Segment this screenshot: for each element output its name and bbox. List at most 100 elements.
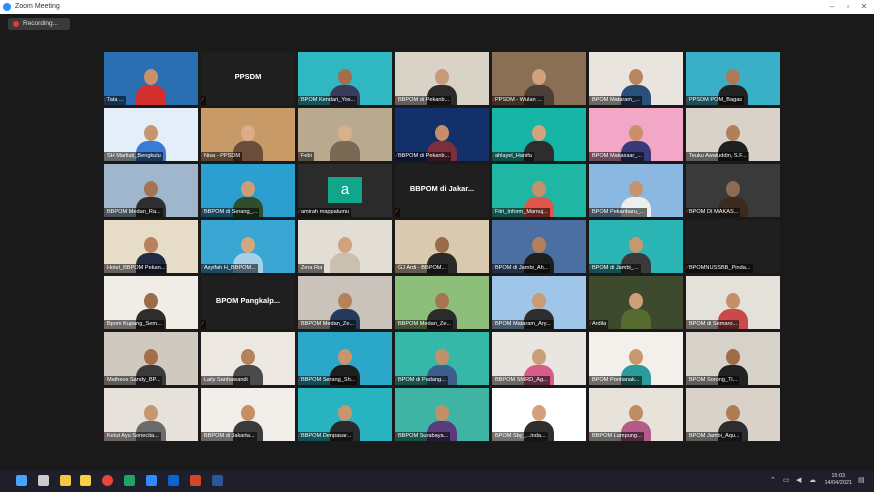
participant-tile[interactable]: ⁄Tata ... <box>104 52 198 105</box>
participant-tile[interactable]: ⁄BBPOM Medan_Ra... <box>104 164 198 217</box>
participant-name: Asyifah H_BBPOM... <box>203 265 256 271</box>
maximize-button[interactable]: ▫ <box>842 1 854 13</box>
excel-icon[interactable] <box>124 475 135 486</box>
participant-name-label: ⁄BPOM di Jambi_... <box>589 264 641 273</box>
participant-name-label: ⁄GJ Ardi - BBPOM... <box>395 264 449 273</box>
participant-tile[interactable]: ⁄BPOM Sorong_Ti... <box>686 332 780 385</box>
recording-indicator[interactable]: Recording... <box>8 18 70 30</box>
participant-tile[interactable]: BBPOM di Jakar... ⁄ <box>395 164 489 217</box>
volume-icon[interactable]: ◀ <box>796 476 801 486</box>
taskbar-clock[interactable]: 15:03 14/04/2021 <box>824 473 852 487</box>
participant-name-label: ⁄BBPOM Serang_Sh... <box>298 376 358 385</box>
participant-tile[interactable]: ⁄BPOMNUSSBB_Pinda... <box>686 220 780 273</box>
participant-name-label: ⁄BPOM Pekanbaru_... <box>589 208 647 217</box>
participant-tile[interactable]: ⁄BBPOM Medan_Ze... <box>395 276 489 329</box>
task-view-icon[interactable] <box>38 475 49 486</box>
participant-tile[interactable]: ⁄BBPOM SMRD_Ag... <box>492 332 586 385</box>
participant-tile[interactable]: ⁄BBPOM di Serang_... <box>201 164 295 217</box>
participant-name: SH Marliati_Bengkulu <box>106 153 161 159</box>
participant-tile[interactable]: ⁄SH Marliati_Bengkulu <box>104 108 198 161</box>
participant-name: Nisa - PPSDM <box>203 153 240 159</box>
participant-tile[interactable]: ⁄BBPOM Lampung... <box>589 388 683 441</box>
participant-tile[interactable]: PPSDM ⁄ <box>201 52 295 105</box>
muted-mic-icon: ⁄ <box>396 321 397 327</box>
participant-tile[interactable]: ⁄ahlayel_Hanifa <box>492 108 586 161</box>
zoom-icon[interactable] <box>146 475 157 486</box>
muted-mic-icon: ⁄ <box>299 377 300 383</box>
participant-tile[interactable]: ⁄BPOM Kendari_Yos... <box>298 52 392 105</box>
minimize-button[interactable]: – <box>826 1 838 13</box>
participant-name-label: ⁄Fitri_Inform_Mamuj... <box>492 208 550 217</box>
participant-tile[interactable]: ⁄GJ Ardi - BBPOM... <box>395 220 489 273</box>
participant-tile[interactable]: ⁄BPOM Jambi_Aqu... <box>686 388 780 441</box>
participant-tile[interactable]: ⁄Ardila <box>589 276 683 329</box>
participant-name-label: ⁄Matheos Sandy_BP... <box>104 376 163 385</box>
participant-tile[interactable]: ⁄Zera Ria <box>298 220 392 273</box>
mail-icon[interactable] <box>168 475 179 486</box>
participant-tile[interactable]: ⁄BBPOM di Jakarta... <box>201 388 295 441</box>
participant-tile[interactable]: ⁄BPOM Makassar_... <box>589 108 683 161</box>
participant-tile[interactable]: ⁄BBPOM Surabaya... <box>395 388 489 441</box>
chrome-icon[interactable] <box>102 475 113 486</box>
participant-tile[interactable]: ⁄Matheos Sandy_BP... <box>104 332 198 385</box>
muted-mic-icon: ⁄ <box>202 209 203 215</box>
participant-tile[interactable]: ⁄BPOM Mataram_Ary... <box>492 276 586 329</box>
sticky-notes-icon[interactable] <box>80 475 91 486</box>
participant-tile[interactable]: ⁄BPOM Sby_...inda... <box>492 388 586 441</box>
participant-display-name: PPSDM <box>234 72 262 81</box>
participant-name-label: ⁄Zera Ria <box>298 264 325 273</box>
participant-name: Tata ... <box>106 97 124 103</box>
participant-tile[interactable]: ⁄BPOM di Semaro... <box>686 276 780 329</box>
participant-tile[interactable]: ⁄PPSDM - Wulan ... <box>492 52 586 105</box>
muted-mic-icon: ⁄ <box>687 265 688 271</box>
muted-mic-icon: ⁄ <box>396 433 397 439</box>
network-icon[interactable]: ▭ <box>783 476 790 486</box>
participant-initial-avatar: a <box>328 177 362 203</box>
participant-tile[interactable]: ⁄Fitri_Inform_Mamuj... <box>492 164 586 217</box>
participant-tile[interactable]: ⁄Nisa - PPSDM <box>201 108 295 161</box>
participant-tile[interactable]: ⁄BPOM di Jambi_... <box>589 220 683 273</box>
participant-tile[interactable]: ⁄BPOM Pontianak... <box>589 332 683 385</box>
participant-tile[interactable]: ⁄BBPOM di Pekanb... <box>395 108 489 161</box>
participant-tile[interactable]: ⁄BPOM di Padang... <box>395 332 489 385</box>
windows-start-icon[interactable] <box>16 475 27 486</box>
participant-tile[interactable]: ⁄Hotel_BBPOM Pekan... <box>104 220 198 273</box>
participant-name: Matheos Sandy_BP... <box>106 377 161 383</box>
participant-tile[interactable]: ⁄Febi <box>298 108 392 161</box>
participant-name-label: ⁄ <box>395 208 400 217</box>
participant-tile[interactable]: ⁄BPOM Mataram_... <box>589 52 683 105</box>
participant-tile[interactable]: ⁄Laily Sanhawandi <box>201 332 295 385</box>
participant-name-label: ⁄Ardila <box>589 320 609 329</box>
participant-tile[interactable]: ⁄BPOM DI MAKAS... <box>686 164 780 217</box>
powerpoint-icon[interactable] <box>190 475 201 486</box>
participant-name: BPOM Mataram_... <box>591 97 640 103</box>
clock-date: 14/04/2021 <box>824 480 852 486</box>
participant-tile[interactable]: ⁄Teuku Awaluddin, S.F... <box>686 108 780 161</box>
participant-tile[interactable]: ⁄BPOM Pekanbaru_... <box>589 164 683 217</box>
participant-tile[interactable]: ⁄BBPOM Medan_Ze... <box>298 276 392 329</box>
onedrive-icon[interactable]: ☁ <box>809 476 816 486</box>
participant-name: BBPOM di Pekanb... <box>397 97 450 103</box>
participant-tile[interactable]: ⁄Bpom Kupang_Sem... <box>104 276 198 329</box>
word-icon[interactable] <box>212 475 223 486</box>
notifications-icon[interactable]: ▤ <box>858 476 865 486</box>
muted-mic-icon: ⁄ <box>590 153 591 159</box>
participant-tile[interactable]: ⁄BBPOM Serang_Sh... <box>298 332 392 385</box>
participant-name-label: ⁄Nisa - PPSDM <box>201 152 242 161</box>
participant-tile[interactable]: a ⁄amirah mappatumu <box>298 164 392 217</box>
file-explorer-icon[interactable] <box>60 475 71 486</box>
participant-tile[interactable]: ⁄BBPOM Denpasar... <box>298 388 392 441</box>
tray-chevron-icon[interactable]: ⌃ <box>770 476 776 486</box>
muted-mic-icon: ⁄ <box>105 377 106 383</box>
participant-tile[interactable]: ⁄PPSDM POM_Bagas <box>686 52 780 105</box>
participant-name: BPOM Makassar_... <box>591 153 642 159</box>
participant-tile[interactable]: ⁄BBPOM di Pekanb... <box>395 52 489 105</box>
participant-tile[interactable]: BPOM Pangkalp... ⁄ <box>201 276 295 329</box>
muted-mic-icon: ⁄ <box>687 377 688 383</box>
participant-tile[interactable]: ⁄Asyifah H_BBPOM... <box>201 220 295 273</box>
participant-name: Laily Sanhawandi <box>203 377 248 383</box>
participant-tile[interactable]: ⁄BPOM di Jambi_Ah... <box>492 220 586 273</box>
participant-tile[interactable]: ⁄Ketut Ayu Sonecita... <box>104 388 198 441</box>
participant-name: BBPOM di Pekanb... <box>397 153 450 159</box>
close-button[interactable]: ✕ <box>858 1 870 13</box>
